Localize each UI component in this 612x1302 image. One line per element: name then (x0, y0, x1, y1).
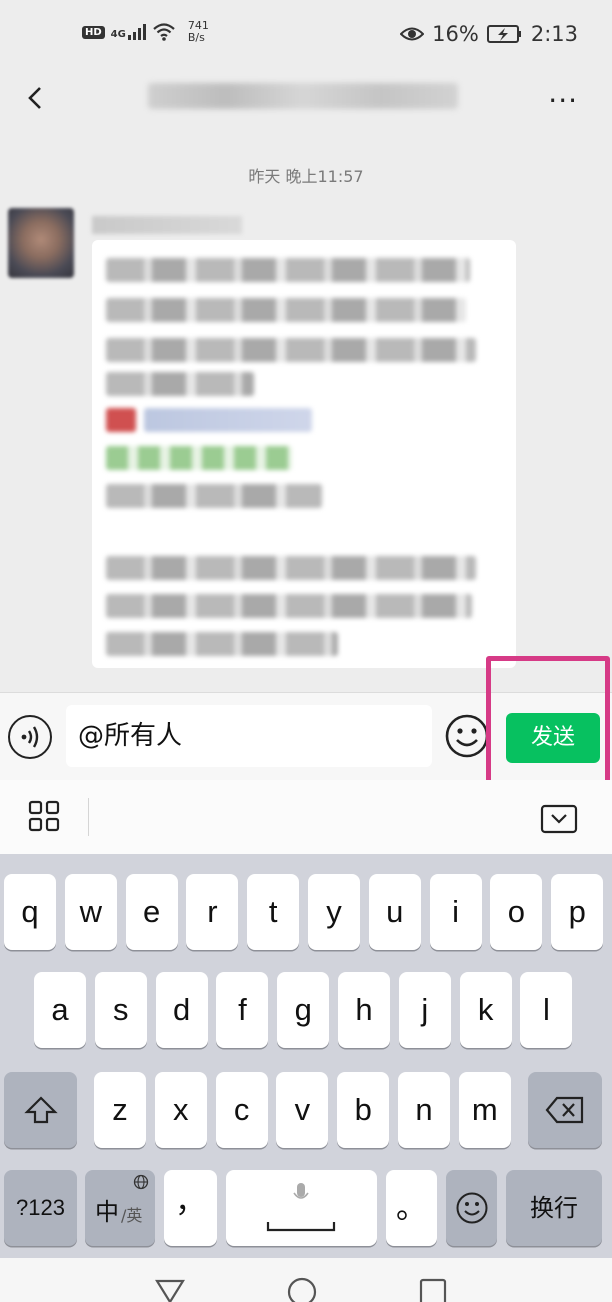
nav-recents-icon[interactable] (419, 1278, 447, 1302)
chat-title-redacted (148, 83, 458, 109)
shift-icon (23, 1096, 58, 1124)
key-x[interactable]: x (154, 1072, 207, 1148)
net-speed: 741 B/s (187, 19, 209, 44)
redacted-text-line (106, 298, 466, 322)
network-type: 4G (111, 24, 146, 40)
signal-icon (127, 24, 146, 40)
sender-avatar[interactable] (8, 208, 74, 278)
redacted-text-line (106, 372, 254, 396)
globe-icon (133, 1174, 149, 1190)
battery-percent: 16% (432, 22, 479, 46)
comma-key[interactable]: ， (164, 1170, 217, 1246)
status-right: 16% 2:13 (400, 22, 578, 46)
redacted-emoji-row (106, 446, 292, 470)
redacted-text-line (106, 258, 470, 282)
backspace-key[interactable] (528, 1072, 602, 1148)
space-key[interactable] (226, 1170, 377, 1246)
key-p[interactable]: p (551, 874, 604, 950)
backspace-icon (545, 1096, 584, 1124)
period-key[interactable]: 。 (386, 1170, 437, 1246)
grid-menu-icon[interactable] (28, 800, 60, 832)
key-u[interactable]: u (368, 874, 421, 950)
shift-key[interactable] (4, 1072, 77, 1148)
voice-input-button[interactable] (8, 715, 52, 759)
nav-home-icon[interactable] (286, 1276, 318, 1302)
key-n[interactable]: n (398, 1072, 450, 1148)
toolbar-divider (88, 798, 89, 836)
redacted-text-line (106, 338, 476, 362)
key-w[interactable]: w (64, 874, 117, 950)
message-text-input[interactable]: @所有人 (66, 705, 432, 767)
key-f[interactable]: f (216, 972, 269, 1048)
voice-icon (21, 726, 39, 748)
emoji-button-icon[interactable] (444, 713, 490, 759)
message-timestamp: 昨天 晚上11:57 (248, 167, 364, 186)
microphone-icon (293, 1183, 309, 1199)
key-k[interactable]: k (459, 972, 512, 1048)
redacted-link (144, 408, 312, 432)
more-options-button[interactable]: ··· (548, 84, 578, 117)
key-t[interactable]: t (247, 874, 300, 950)
soft-keyboard: qwertyuiop asdfghjkl zxcvbnm ?123 中 /英 ， (0, 854, 612, 1258)
system-nav-bar (0, 1258, 612, 1302)
key-z[interactable]: z (94, 1072, 146, 1148)
back-arrow-icon[interactable] (14, 78, 54, 118)
language-switch-key[interactable]: 中 /英 (85, 1170, 155, 1246)
key-d[interactable]: d (155, 972, 208, 1048)
redacted-text-line (106, 484, 322, 508)
numbers-key[interactable]: ?123 (4, 1170, 77, 1246)
chat-header: ··· (0, 70, 612, 132)
key-q[interactable]: q (4, 874, 56, 950)
key-m[interactable]: m (458, 1072, 511, 1148)
status-left: HD 4G 741 B/s (82, 20, 209, 44)
message-bubble[interactable] (92, 240, 516, 668)
wifi-icon (153, 23, 175, 41)
keyboard-collapse-icon[interactable] (540, 804, 578, 834)
key-o[interactable]: o (490, 874, 543, 950)
key-b[interactable]: b (337, 1072, 390, 1148)
redacted-text-line (106, 556, 476, 580)
key-l[interactable]: l (520, 972, 573, 1048)
status-bar: HD 4G 741 B/s 16% 2:13 (0, 0, 612, 70)
key-g[interactable]: g (277, 972, 330, 1048)
smiley-icon (456, 1192, 487, 1224)
redacted-emoji (106, 408, 136, 432)
key-c[interactable]: c (215, 1072, 268, 1148)
hd-badge: HD (82, 25, 105, 39)
sender-name-redacted (92, 216, 242, 234)
key-e[interactable]: e (125, 874, 178, 950)
clock: 2:13 (530, 22, 578, 46)
key-i[interactable]: i (429, 874, 482, 950)
key-r[interactable]: r (186, 874, 239, 950)
emoji-key[interactable] (446, 1170, 497, 1246)
battery-charging-icon (486, 25, 521, 43)
nav-back-icon[interactable] (154, 1278, 186, 1302)
key-v[interactable]: v (276, 1072, 329, 1148)
key-j[interactable]: j (398, 972, 451, 1048)
key-s[interactable]: s (94, 972, 147, 1048)
enter-key[interactable]: 换行 (506, 1170, 602, 1246)
eye-icon (400, 27, 425, 41)
redacted-text-line (106, 594, 472, 618)
key-a[interactable]: a (34, 972, 86, 1048)
redacted-text-line (106, 632, 338, 656)
space-bar-icon (266, 1222, 336, 1232)
key-h[interactable]: h (338, 972, 390, 1048)
key-y[interactable]: y (308, 874, 360, 950)
keyboard-toolbar (0, 780, 612, 854)
